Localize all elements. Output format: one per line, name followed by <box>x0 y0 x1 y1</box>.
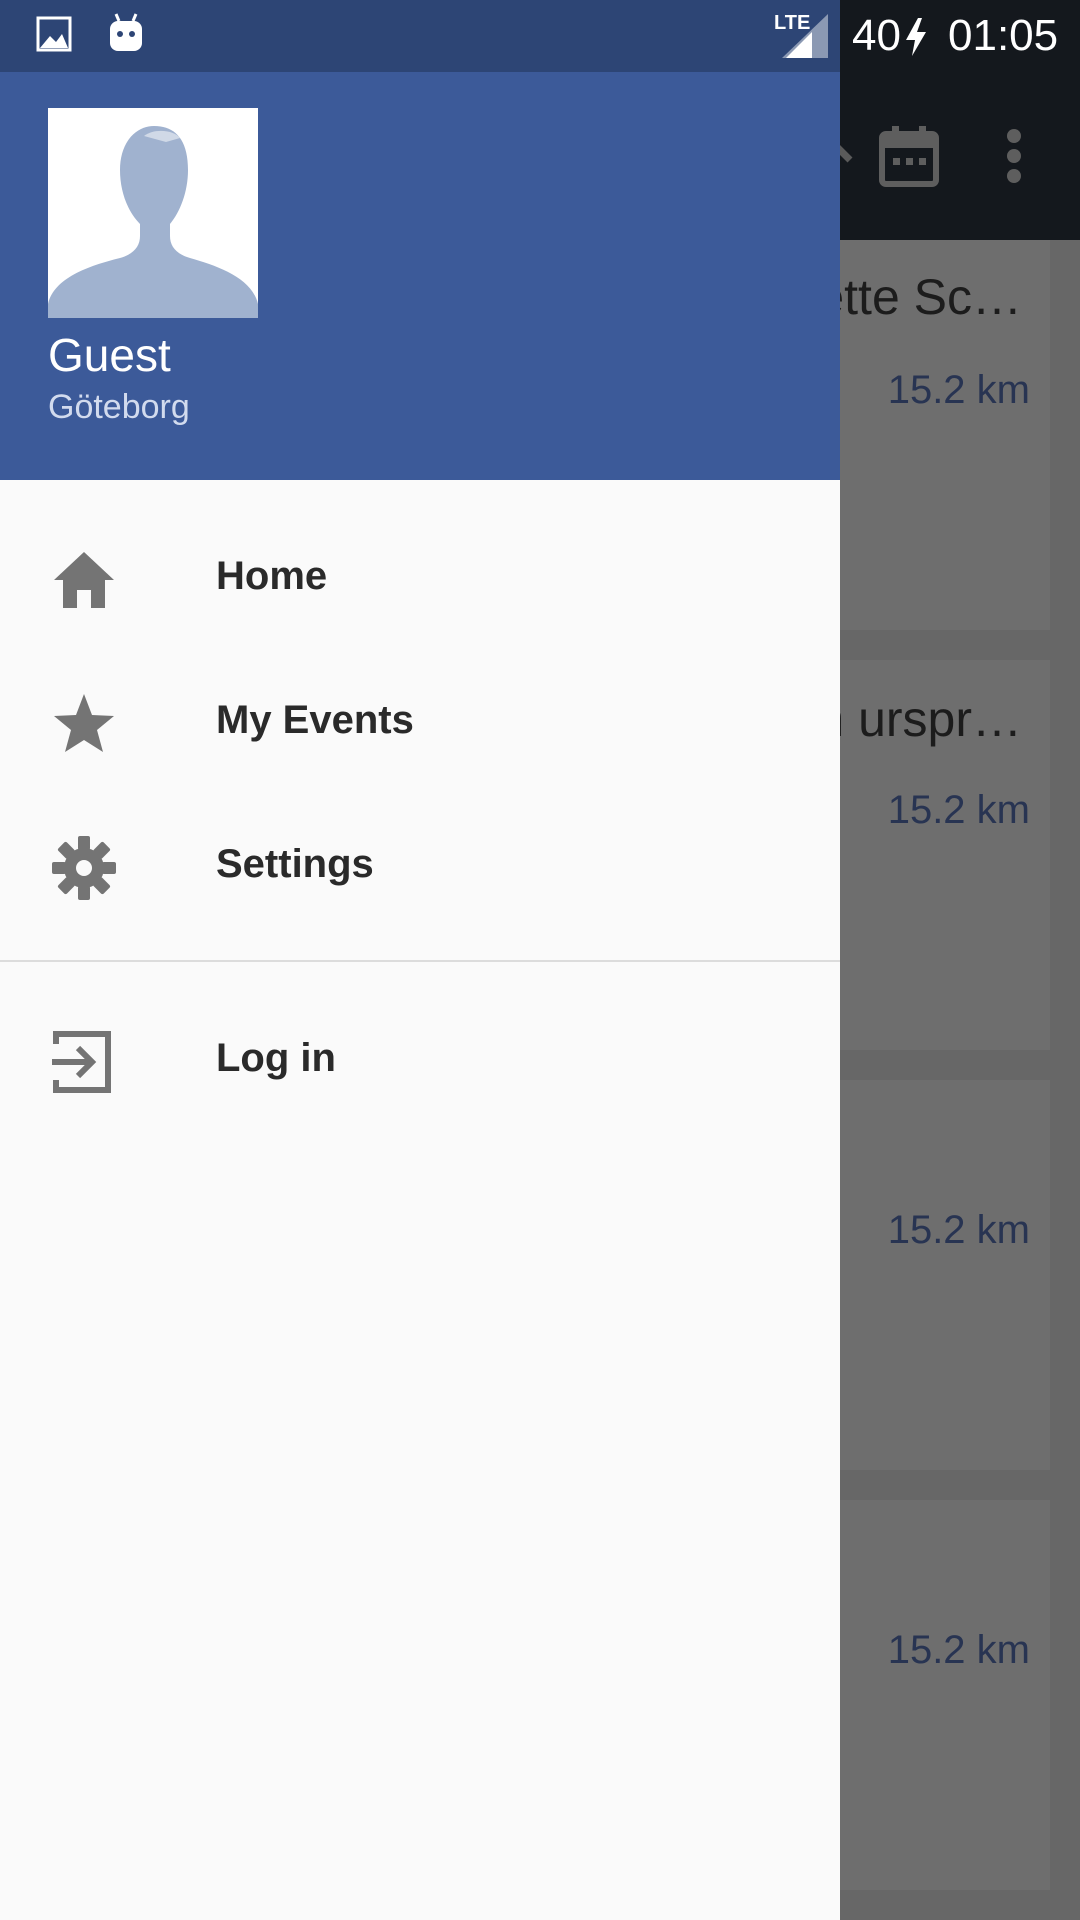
drawer-item-label: Home <box>216 554 328 598</box>
user-city: Göteborg <box>48 388 190 426</box>
battery-level: 40 <box>852 11 901 60</box>
user-name: Guest <box>48 329 171 381</box>
battery-charging-icon <box>906 18 926 56</box>
login-icon <box>52 1031 111 1093</box>
drawer-item-home[interactable]: Home <box>0 508 840 648</box>
calendar-icon[interactable] <box>878 124 940 188</box>
drawer-item-label: My Events <box>216 698 414 742</box>
event-distance: 15.2 km <box>887 368 1030 412</box>
drawer-item-label: Log in <box>216 1036 336 1080</box>
star-icon <box>54 694 114 752</box>
gear-icon <box>52 836 116 900</box>
android-notification-icon <box>110 13 142 51</box>
divider <box>0 960 840 962</box>
event-card[interactable]: 15.2 km <box>810 1500 1050 1890</box>
overflow-menu-icon[interactable] <box>1000 128 1028 184</box>
event-distance: 15.2 km <box>887 1628 1030 1672</box>
image-notification-icon <box>36 16 72 52</box>
drawer-item-log-in[interactable]: Log in <box>0 990 840 1130</box>
drawer-header: Guest Göteborg <box>0 72 840 480</box>
event-card[interactable]: n urspr… 15.2 km <box>810 660 1050 1050</box>
avatar[interactable] <box>48 108 258 318</box>
home-icon <box>54 552 114 608</box>
clock: 01:05 <box>948 11 1059 60</box>
signal-icon <box>782 14 828 58</box>
drawer-item-label: Settings <box>216 842 374 886</box>
event-card[interactable]: ette Sc… 15.2 km <box>810 240 1050 630</box>
drawer-item-my-events[interactable]: My Events <box>0 652 840 792</box>
profile-silhouette-icon <box>48 126 258 318</box>
drawer-item-settings[interactable]: Settings <box>0 796 840 936</box>
event-distance: 15.2 km <box>887 1208 1030 1252</box>
navigation-drawer: Guest Göteborg Home My Events Settings L… <box>0 72 840 1920</box>
status-bar: LTE 40 01:05 <box>0 0 1080 72</box>
event-distance: 15.2 km <box>887 788 1030 832</box>
event-card[interactable]: 15.2 km <box>810 1080 1050 1470</box>
